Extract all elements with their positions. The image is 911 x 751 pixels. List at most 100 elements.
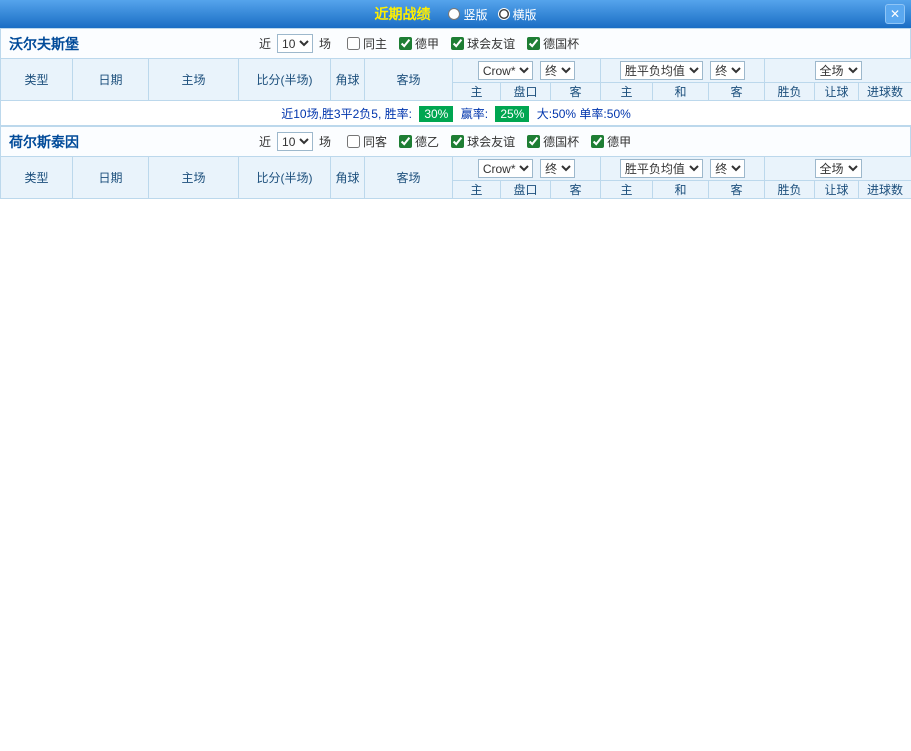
col-header-euro-home: 主 [600, 180, 654, 199]
scope-selector: 全场 [764, 156, 911, 181]
filter-option-球会友谊[interactable]: 球会友谊 [451, 35, 515, 52]
col-header-score: 比分(半场) [238, 156, 331, 199]
win-rate-badge: 30% [419, 105, 454, 122]
col-header-asia-home: 主 [452, 180, 501, 199]
filter-checkbox-label: 德甲 [607, 135, 632, 149]
filter-checkbox-label: 同客 [363, 135, 388, 149]
team-section-header: 荷尔斯泰因 近 10 场 同客 德乙 球会友谊 德国杯 德甲 [0, 126, 911, 156]
summary-tail: 大:50% 单率:50% [536, 106, 631, 121]
filter-option-德甲[interactable]: 德甲 [591, 133, 631, 150]
col-header-result: 胜负 [764, 180, 816, 199]
col-header-handicap-result: 让球 [814, 180, 860, 199]
euro-odds-selectors: 胜平负均值 终 [600, 156, 766, 181]
col-header-corner: 角球 [330, 58, 365, 101]
match-count-select[interactable]: 10 [277, 132, 314, 151]
euro-odds-selectors: 胜平负均值 终 [600, 58, 766, 83]
layout-option-horizontal[interactable]: 横版 [497, 6, 537, 23]
filter-group: 近 10 场 同主 德甲 球会友谊 德国杯 [259, 34, 591, 53]
filter-checkbox-icon[interactable] [527, 135, 541, 148]
near-label: 近 [259, 135, 272, 149]
filter-checkbox-label: 同主 [363, 37, 388, 51]
recent-results-panel: 近期战绩 竖版 横版 ✕ 沃尔夫斯堡 近 10 场 同主德甲球会友谊德国杯 [0, 0, 911, 199]
filter-checkbox-label: 德国杯 [543, 37, 580, 51]
filter-checkbox-icon[interactable] [591, 135, 605, 148]
euro-odds-time-select[interactable]: 终 [710, 159, 746, 178]
col-header-result: 胜负 [764, 82, 816, 101]
filter-option-德国杯[interactable]: 德国杯 [527, 133, 579, 150]
euro-odds-type-select[interactable]: 胜平负均值 [619, 61, 703, 80]
filter-checkbox-icon[interactable] [451, 135, 465, 148]
euro-odds-type-select[interactable]: 胜平负均值 [619, 159, 703, 178]
team-section-header: 沃尔夫斯堡 近 10 场 同主 德甲 球会友谊 德国杯 [0, 28, 911, 58]
col-header-asia-home: 主 [452, 82, 501, 101]
filter-option-德国杯[interactable]: 德国杯 [527, 35, 579, 52]
league-filter-checkboxes: 同主 德甲 球会友谊 德国杯 [347, 35, 591, 52]
titlebar: 近期战绩 竖版 横版 ✕ [0, 0, 911, 28]
col-header-type: 类型 [0, 58, 73, 101]
euro-odds-time-select[interactable]: 终 [710, 61, 746, 80]
filter-checkbox-icon[interactable] [399, 37, 413, 50]
col-header-asia-away: 客 [549, 82, 602, 101]
col-header-euro-home: 主 [600, 82, 654, 101]
filter-checkbox-icon[interactable] [347, 37, 361, 50]
filter-option-德甲[interactable]: 德甲 [399, 35, 439, 52]
col-header-away: 客场 [364, 58, 453, 101]
summary-mid: 赢率: [460, 106, 489, 121]
col-header-handicap: 盘口 [500, 180, 551, 199]
near-label: 近 [259, 37, 272, 51]
scope-selector: 全场 [764, 58, 911, 83]
col-header-euro-away: 客 [708, 82, 766, 101]
col-header-asia-away: 客 [549, 180, 602, 199]
close-icon[interactable]: ✕ [885, 4, 905, 24]
summary-cell: 近10场,胜3平2负5, 胜率: 30% 赢率: 25% 大:50% 单率:50… [0, 100, 911, 126]
layout-radio-vertical-icon[interactable] [448, 8, 461, 20]
col-header-euro-draw: 和 [652, 82, 710, 101]
filter-checkbox-label: 球会友谊 [467, 37, 516, 51]
section-holstein: 荷尔斯泰因 近 10 场 同客 德乙 球会友谊 德国杯 德甲 类型 日期 主场 比分(半… [0, 126, 911, 199]
filter-group: 近 10 场 同客 德乙 球会友谊 德国杯 德甲 [259, 132, 643, 151]
filter-checkbox-icon[interactable] [399, 135, 413, 148]
col-header-goals: 进球数 [858, 180, 911, 199]
bookmaker-select[interactable]: Crow* [477, 159, 533, 178]
match-count-select[interactable]: 10 [277, 34, 314, 53]
col-header-goals: 进球数 [858, 82, 911, 101]
filter-checkbox-icon[interactable] [347, 135, 361, 148]
team-name: 沃尔夫斯堡 [9, 35, 79, 52]
asia-odds-selectors: Crow* 终 [451, 58, 602, 83]
scope-select[interactable]: 全场 [814, 159, 862, 178]
bookmaker-select[interactable]: Crow* [477, 61, 533, 80]
col-header-score: 比分(半场) [238, 58, 331, 101]
filter-checkbox-label: 德国杯 [543, 135, 580, 149]
col-header-euro-draw: 和 [652, 180, 710, 199]
filter-option-同主[interactable]: 同主 [347, 35, 387, 52]
section-wolfsburg: 沃尔夫斯堡 近 10 场 同主 德甲 球会友谊 德国杯 类型 日期 主场 比分(半场) [0, 28, 911, 126]
asia-odds-time-select[interactable]: 终 [540, 61, 576, 80]
col-header-date: 日期 [72, 58, 149, 101]
asia-odds-time-select[interactable]: 终 [540, 159, 576, 178]
team-name: 荷尔斯泰因 [9, 133, 79, 150]
layout-option-vertical[interactable]: 竖版 [448, 6, 488, 23]
filter-option-球会友谊[interactable]: 球会友谊 [451, 133, 515, 150]
wolfsburg-results-table: 类型 日期 主场 比分(半场) 角球 客场 Crow* 终 胜平负均值 终 全场… [0, 58, 911, 126]
col-header-handicap: 盘口 [500, 82, 551, 101]
filter-option-同客[interactable]: 同客 [347, 133, 387, 150]
filter-checkbox-icon[interactable] [527, 37, 541, 50]
games-label: 场 [319, 135, 332, 149]
games-label: 场 [319, 37, 332, 51]
layout-radio-horizontal-icon[interactable] [497, 8, 510, 20]
filter-checkbox-icon[interactable] [451, 37, 465, 50]
scope-select[interactable]: 全场 [814, 61, 862, 80]
layout-vertical-label: 竖版 [463, 7, 488, 22]
filter-option-德乙[interactable]: 德乙 [399, 133, 439, 150]
col-header-home: 主场 [148, 156, 239, 199]
col-header-home: 主场 [148, 58, 239, 101]
col-header-handicap-result: 让球 [814, 82, 860, 101]
col-header-type: 类型 [0, 156, 73, 199]
odds-win-rate-badge: 25% [495, 105, 530, 122]
col-header-corner: 角球 [330, 156, 365, 199]
filter-checkbox-label: 德乙 [415, 135, 440, 149]
summary-row: 近10场,胜3平2负5, 胜率: 30% 赢率: 25% 大:50% 单率:50… [0, 100, 911, 126]
league-filter-checkboxes: 同客 德乙 球会友谊 德国杯 德甲 [347, 133, 643, 150]
asia-odds-selectors: Crow* 终 [451, 156, 602, 181]
filter-checkbox-label: 德甲 [415, 37, 440, 51]
